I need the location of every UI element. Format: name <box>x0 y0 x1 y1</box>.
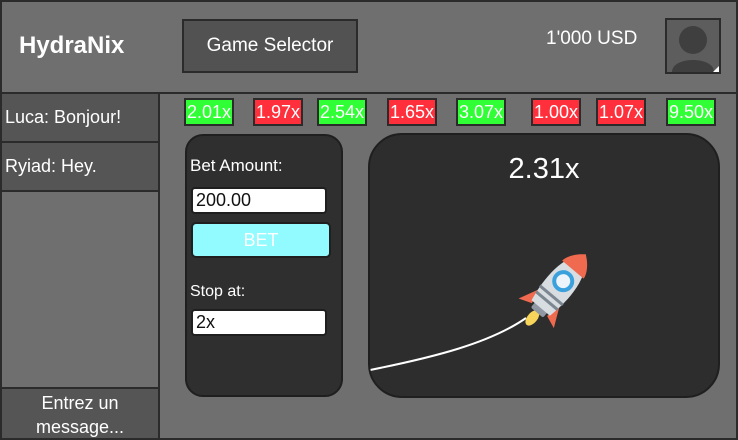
chat-message: Ryiad: Hey. <box>2 143 158 192</box>
bet-panel: Bet Amount: 200.00 BET Stop at: 2x <box>185 134 343 397</box>
bet-amount-input[interactable]: 200.00 <box>191 187 327 214</box>
user-icon <box>667 26 719 72</box>
history-item: 3.07x <box>456 98 507 126</box>
game-area: 2.31x <box>368 133 720 398</box>
multiplier-history: 2.01x 1.97x 2.54x 1.65x 3.07x 1.00x 1.07… <box>184 98 724 128</box>
flight-path <box>370 317 527 371</box>
game-selector-button[interactable]: Game Selector <box>182 19 358 73</box>
history-item: 1.97x <box>253 98 304 126</box>
history-item: 1.00x <box>531 98 582 126</box>
chat-panel: Luca: Bonjour! Ryiad: Hey. Entrez un mes… <box>2 94 160 438</box>
top-bar: HydraNix Game Selector 1'000 USD <box>2 2 736 94</box>
avatar-button[interactable] <box>665 18 721 74</box>
bet-button[interactable]: BET <box>191 222 331 258</box>
bet-amount-label: Bet Amount: <box>190 156 283 175</box>
history-item: 1.65x <box>387 98 438 126</box>
brand-logo[interactable]: HydraNix <box>19 32 124 60</box>
history-item: 2.01x <box>184 98 235 126</box>
history-item: 1.07x <box>596 98 647 126</box>
rocket-icon <box>518 254 588 329</box>
chat-message: Luca: Bonjour! <box>2 94 158 143</box>
history-item: 9.50x <box>666 98 717 126</box>
history-item: 2.54x <box>317 98 368 126</box>
flight-graph <box>370 254 588 371</box>
balance-display: 1'000 USD <box>546 28 638 49</box>
stop-at-label: Stop at: <box>190 283 246 300</box>
app-window: HydraNix Game Selector 1'000 USD Luca: B… <box>0 0 738 440</box>
chat-message-input[interactable]: Entrez un message... <box>2 387 158 438</box>
stop-at-input[interactable]: 2x <box>191 309 327 336</box>
